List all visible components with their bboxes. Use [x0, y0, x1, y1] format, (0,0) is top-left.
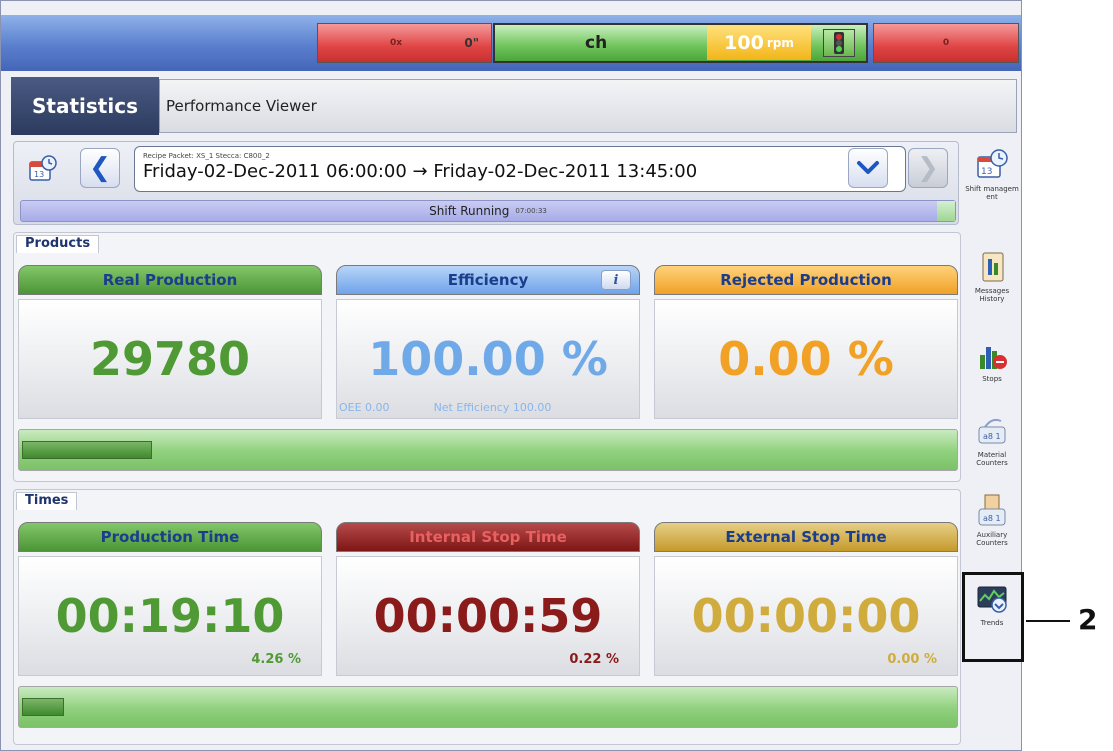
sidebar-item-stops[interactable]: Stops	[963, 337, 1021, 383]
range-dropdown-button[interactable]	[848, 148, 888, 188]
sidebar-item-messages-history[interactable]: Messages History	[963, 249, 1021, 303]
callout-number: 2	[1078, 603, 1098, 636]
svg-text:a8 1: a8 1	[983, 514, 1001, 523]
production-time-percent: 4.26 %	[251, 652, 301, 667]
products-progress-fill	[22, 441, 152, 459]
external-stop-time-body: 00:00:00 0.00 %	[654, 556, 958, 676]
svg-text:13: 13	[34, 170, 44, 179]
efficiency-value: 100.00 %	[368, 332, 608, 386]
next-range-button[interactable]: ❯	[908, 148, 948, 188]
svg-text:a8 1: a8 1	[983, 432, 1001, 441]
sidebar-item-auxiliary-counters[interactable]: a8 1 Auxiliary Counters	[963, 493, 1021, 547]
messages-history-icon	[975, 249, 1009, 285]
internal-stop-time-percent: 0.22 %	[569, 652, 619, 667]
auxiliary-counters-icon: a8 1	[975, 493, 1009, 529]
sidebar-label: Messages History	[974, 287, 1010, 303]
material-counters-icon: a8 1	[975, 413, 1009, 449]
production-time-body: 00:19:10 4.26 %	[18, 556, 322, 676]
traffic-light-icon[interactable]	[823, 29, 855, 57]
oee-value: OEE 0.00	[339, 401, 390, 414]
trends-highlight-frame	[962, 572, 1024, 662]
svg-text:13: 13	[981, 167, 992, 177]
product-status-segment[interactable]: ch 100 rpm	[493, 23, 868, 63]
stops-chart-icon	[975, 337, 1009, 373]
products-progress-bar	[18, 429, 958, 471]
times-progress-bar	[18, 686, 958, 728]
efficiency-header: Efficiency i	[336, 265, 640, 295]
sidebar-label: Stops	[982, 375, 1002, 383]
info-icon[interactable]: i	[601, 270, 631, 290]
sidebar-item-shift-management[interactable]: 13 Shift managem ent	[963, 147, 1021, 201]
page-header: Statistics Performance Viewer	[1, 77, 1019, 135]
real-production-value: 29780	[18, 299, 322, 419]
page-title: Statistics	[11, 77, 159, 135]
range-text: Friday-02-Dec-2011 06:00:00 → Friday-02-…	[143, 161, 698, 182]
sidebar-label: Shift managem ent	[965, 185, 1019, 201]
status-right-label: 0	[942, 38, 950, 48]
net-efficiency-value: Net Efficiency 100.00	[433, 401, 552, 414]
sidebar-label: Material Counters	[976, 451, 1008, 467]
shift-status: Shift Running	[429, 204, 510, 218]
internal-stop-time-card: Internal Stop Time 00:00:59 0.22 %	[336, 522, 640, 676]
time-range-navigator: 13 ❮ Recipe Packet: XS_1 Stecca: C800_2 …	[13, 141, 959, 225]
shift-time: 07:00:33	[515, 207, 547, 215]
rejected-production-title: Rejected Production	[654, 265, 958, 295]
status-segment-right[interactable]: 0	[873, 23, 1019, 63]
times-panel: Times Production Time 00:19:10 4.26 % In…	[13, 489, 961, 745]
times-progress-fill	[22, 698, 64, 716]
date-range-field[interactable]: Recipe Packet: XS_1 Stecca: C800_2 Frida…	[134, 146, 906, 192]
products-panel: Products Real Production 29780 Efficienc…	[13, 232, 961, 482]
efficiency-card: Efficiency i 100.00 % OEE 0.00 Net Effic…	[336, 265, 640, 419]
product-code: ch	[585, 33, 608, 53]
performance-viewer-screen: 0x 0" ch 100 rpm 0 Statistics Performance…	[0, 0, 1022, 751]
speed-value: 100	[724, 32, 764, 54]
range-meta: Recipe Packet: XS_1 Stecca: C800_2	[143, 152, 270, 160]
internal-stop-time-body: 00:00:59 0.22 %	[336, 556, 640, 676]
schedule-icon[interactable]: 13	[28, 154, 58, 184]
calendar-clock-icon: 13	[975, 147, 1009, 183]
status-left-label: 0x	[390, 38, 403, 48]
production-time-card: Production Time 00:19:10 4.26 %	[18, 522, 322, 676]
status-left-value: 0"	[464, 36, 479, 50]
sidebar-item-material-counters[interactable]: a8 1 Material Counters	[963, 413, 1021, 467]
speed-unit: rpm	[766, 36, 794, 50]
external-stop-time-title: External Stop Time	[654, 522, 958, 552]
callout-line	[1026, 620, 1070, 622]
real-production-title: Real Production	[18, 265, 322, 295]
shift-status-bar: Shift Running 07:00:33	[20, 200, 956, 222]
internal-stop-time-title: Internal Stop Time	[336, 522, 640, 552]
external-stop-time-card: External Stop Time 00:00:00 0.00 %	[654, 522, 958, 676]
previous-range-button[interactable]: ❮	[80, 148, 120, 188]
efficiency-body: 100.00 % OEE 0.00 Net Efficiency 100.00	[336, 299, 640, 419]
efficiency-title: Efficiency	[447, 271, 529, 289]
products-label: Products	[16, 235, 100, 253]
times-label: Times	[16, 492, 78, 510]
external-stop-time-value: 00:00:00	[691, 589, 921, 643]
production-time-title: Production Time	[18, 522, 322, 552]
tab-performance-viewer[interactable]: Performance Viewer	[159, 79, 1017, 133]
production-time-value: 00:19:10	[55, 589, 285, 643]
internal-stop-time-value: 00:00:59	[373, 589, 603, 643]
real-production-card: Real Production 29780	[18, 265, 322, 419]
chevron-down-icon	[857, 161, 879, 174]
machine-speed: 100 rpm	[707, 26, 811, 60]
machine-status-bar: 0x 0" ch 100 rpm 0	[1, 15, 1021, 71]
external-stop-time-percent: 0.00 %	[887, 652, 937, 667]
status-segment-left[interactable]: 0x 0"	[317, 23, 492, 63]
rejected-production-card: Rejected Production 0.00 %	[654, 265, 958, 419]
rejected-production-value: 0.00 %	[654, 299, 958, 419]
sidebar-label: Auxiliary Counters	[976, 531, 1008, 547]
